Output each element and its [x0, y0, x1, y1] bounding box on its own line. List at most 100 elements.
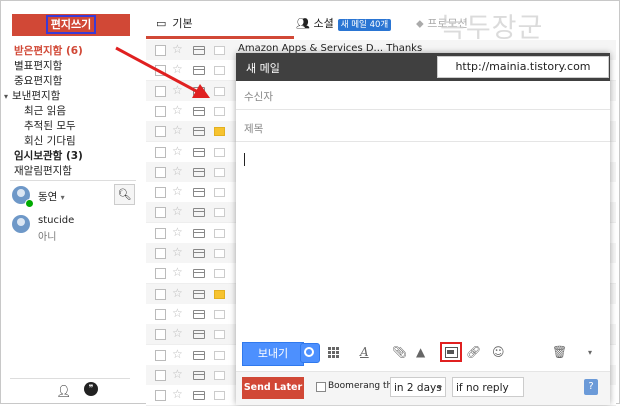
- importance-label-icon[interactable]: [214, 249, 225, 258]
- sidebar-item[interactable]: 추적된 모두: [0, 119, 140, 134]
- chevron-down-icon: ▾: [437, 383, 442, 392]
- chevron-down-icon[interactable]: ▾: [61, 193, 65, 202]
- importance-label-icon[interactable]: [214, 228, 225, 238]
- star-icon[interactable]: ☆: [172, 144, 183, 158]
- more-options-icon[interactable]: ▾: [588, 348, 592, 357]
- row-checkbox[interactable]: [155, 166, 166, 178]
- expand-triangle-icon[interactable]: ▾: [4, 92, 8, 101]
- row-checkbox[interactable]: [155, 187, 166, 199]
- row-checkbox[interactable]: [155, 390, 166, 402]
- boomerang-when-select[interactable]: in 2 days ▾: [390, 377, 446, 397]
- importance-label-icon[interactable]: [214, 269, 225, 279]
- row-checkbox[interactable]: [155, 248, 166, 259]
- hangouts-icon[interactable]: ❞: [84, 382, 98, 396]
- drive-icon[interactable]: ▲: [416, 345, 425, 359]
- chat-self-name-text: 동연: [38, 191, 58, 203]
- new-mail-badge: 새 메일 40개: [337, 19, 392, 31]
- schedule-check-icon[interactable]: [300, 343, 320, 363]
- sidebar-item-label: 최근 읽음: [24, 105, 66, 117]
- star-icon[interactable]: ☆: [172, 245, 183, 259]
- search-people-button[interactable]: 🔍︎: [114, 184, 135, 205]
- inbox-tray-icon: [193, 228, 205, 238]
- importance-label-icon[interactable]: [214, 309, 225, 319]
- chat-contact[interactable]: stucide 아니: [12, 215, 132, 243]
- compose-title: 새 메일: [246, 62, 280, 75]
- row-checkbox[interactable]: [155, 227, 166, 239]
- formatting-icon[interactable]: A: [360, 345, 369, 359]
- sidebar-item[interactable]: 회신 기다림: [0, 134, 140, 149]
- star-icon[interactable]: ☆: [172, 265, 183, 279]
- watermark: 녹두장군: [440, 13, 544, 44]
- tab-social[interactable]: 👥︎ 소셜 새 메일 40개: [296, 12, 414, 36]
- inbox-tray-icon: [193, 188, 205, 198]
- compose-button[interactable]: 편지쓰기: [12, 14, 130, 36]
- search-icon: 🔍︎: [117, 188, 132, 201]
- star-icon[interactable]: ☆: [172, 286, 183, 300]
- star-icon[interactable]: ☆: [172, 347, 183, 361]
- row-checkbox[interactable]: [155, 369, 166, 381]
- star-icon[interactable]: ☆: [172, 204, 183, 218]
- sidebar-item-label: 중요편지함: [14, 75, 63, 87]
- importance-label-icon[interactable]: [214, 330, 225, 340]
- star-icon[interactable]: ☆: [172, 367, 183, 381]
- attach-icon[interactable]: 📎︎: [392, 345, 407, 359]
- sidebar-item[interactable]: 재알림편지함: [0, 164, 140, 179]
- star-icon[interactable]: ☆: [172, 164, 183, 178]
- message-body[interactable]: [236, 145, 610, 335]
- person-icon[interactable]: 👤︎: [56, 384, 71, 398]
- star-icon[interactable]: ☆: [172, 387, 183, 401]
- importance-label-icon[interactable]: [214, 289, 225, 299]
- sidebar-item-label: 받은편지함 (6): [14, 45, 83, 57]
- link-icon[interactable]: 🔗︎: [466, 345, 481, 359]
- row-checkbox[interactable]: [155, 146, 166, 158]
- send-later-button[interactable]: Send Later: [242, 377, 304, 399]
- tag-icon: ⬥: [416, 17, 424, 30]
- row-checkbox[interactable]: [155, 329, 166, 341]
- star-icon[interactable]: ☆: [172, 184, 183, 198]
- people-icon: 👥︎: [296, 17, 310, 30]
- importance-label-icon[interactable]: [214, 391, 225, 401]
- sidebar-item-label: 재알림편지함: [14, 165, 72, 177]
- condition-value: if no reply: [456, 382, 509, 394]
- boomerang-condition-select[interactable]: if no reply: [452, 377, 524, 397]
- to-placeholder: 수신자: [244, 91, 273, 103]
- importance-label-icon[interactable]: [214, 167, 225, 177]
- boomerang-label: Boomerang this: [328, 381, 400, 391]
- tab-primary[interactable]: ▭ 기본: [146, 12, 294, 39]
- row-checkbox[interactable]: [155, 126, 166, 138]
- star-icon[interactable]: ☆: [172, 225, 183, 239]
- sidebar-divider: [10, 180, 136, 181]
- subject-field[interactable]: 제목: [236, 113, 610, 142]
- importance-label-icon[interactable]: [214, 188, 225, 198]
- star-icon[interactable]: ☆: [172, 326, 183, 340]
- row-checkbox[interactable]: [155, 349, 166, 361]
- star-icon[interactable]: ☆: [172, 306, 183, 320]
- importance-label-icon[interactable]: [214, 208, 225, 218]
- boomerang-checkbox[interactable]: [316, 382, 326, 392]
- row-checkbox[interactable]: [155, 288, 166, 300]
- sidebar-item-label: 회신 기다림: [24, 135, 76, 147]
- row-checkbox[interactable]: [155, 268, 166, 280]
- importance-label-icon[interactable]: [214, 127, 225, 137]
- contact-name: stucide: [38, 215, 75, 226]
- row-checkbox[interactable]: [155, 308, 166, 320]
- importance-label-icon[interactable]: [214, 147, 225, 157]
- compose-toolbar: 보내기 A 📎︎ ▲ 🔗︎ ☺ 🗑︎ ▾: [236, 337, 610, 367]
- star-icon[interactable]: ☆: [172, 123, 183, 137]
- inbox-tray-icon: [193, 309, 205, 319]
- sidebar-item-label: 추적된 모두: [24, 120, 76, 132]
- sidebar-item[interactable]: 임시보관함 (3): [0, 149, 140, 164]
- importance-label-icon[interactable]: [214, 370, 225, 380]
- emoji-icon[interactable]: ☺: [492, 345, 505, 359]
- help-icon[interactable]: ?: [584, 379, 598, 395]
- tab-primary-label: 기본: [172, 17, 193, 30]
- inbox-tray-icon: [193, 370, 205, 380]
- to-field[interactable]: 수신자: [236, 81, 610, 110]
- send-button[interactable]: 보내기: [242, 342, 304, 366]
- insert-photo-icon[interactable]: [440, 342, 462, 362]
- row-checkbox[interactable]: [155, 207, 166, 219]
- trash-icon[interactable]: 🗑︎: [552, 345, 567, 359]
- apps-grid-icon[interactable]: [328, 347, 340, 359]
- importance-label-icon[interactable]: [214, 350, 225, 360]
- inbox-tray-icon: [193, 208, 205, 218]
